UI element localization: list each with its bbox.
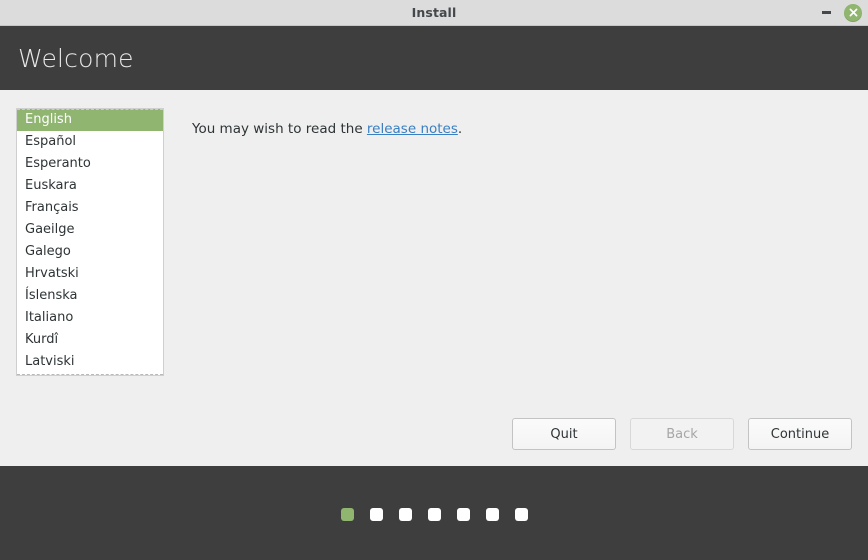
language-list-item[interactable]: Français [17,197,163,219]
progress-bar-area [0,466,868,560]
progress-dot-active [340,507,354,521]
page-header: Welcome [0,26,868,90]
close-icon[interactable] [844,3,862,22]
continue-button[interactable]: Continue [748,418,852,450]
language-panel: English Español Esperanto Euskara Français Ga… [16,108,164,466]
progress-dot [485,507,499,521]
language-list-item[interactable]: Íslenska [17,285,163,307]
titlebar: Install [0,0,868,26]
progress-dot [427,507,441,521]
release-notes-text-before: You may wish to read the [192,121,367,137]
language-list-item[interactable]: Galego [17,241,163,263]
content-area: You may wish to read the release notes. [164,108,852,466]
quit-button[interactable]: Quit [512,418,616,450]
release-notes-link[interactable]: release notes [367,121,458,137]
installer-window: Install Welcome English Español Esperanto E… [0,0,868,560]
window-title: Install [411,5,457,20]
close-x-glyph [849,8,857,17]
language-list-focus-outline [17,374,163,375]
language-list-item[interactable]: Español [17,131,163,153]
progress-dot [456,507,470,521]
back-button: Back [630,418,734,450]
language-list-item[interactable]: Euskara [17,175,163,197]
minimize-glyph [821,11,831,14]
language-list-item[interactable]: Latviski [17,351,163,373]
release-notes-sentence: You may wish to read the release notes. [192,120,852,139]
main-content: English Español Esperanto Euskara Français Ga… [0,90,868,466]
minimize-icon[interactable] [817,4,835,22]
language-list[interactable]: English Español Esperanto Euskara Français Ga… [16,108,164,376]
titlebar-buttons [817,0,862,25]
progress-dot [514,507,528,521]
progress-dot [398,507,412,521]
page-title: Welcome [18,43,134,73]
navigation-buttons: Quit Back Continue [512,418,852,450]
language-list-item[interactable]: Gaeilge [17,219,163,241]
language-list-item[interactable]: English [17,109,163,131]
progress-dot [369,507,383,521]
language-list-item[interactable]: Hrvatski [17,263,163,285]
language-list-item[interactable]: Italiano [17,307,163,329]
release-notes-text-after: . [457,121,463,137]
progress-dots [340,507,528,521]
language-list-item[interactable]: Kurdî [17,329,163,351]
language-list-item[interactable]: Esperanto [17,153,163,175]
